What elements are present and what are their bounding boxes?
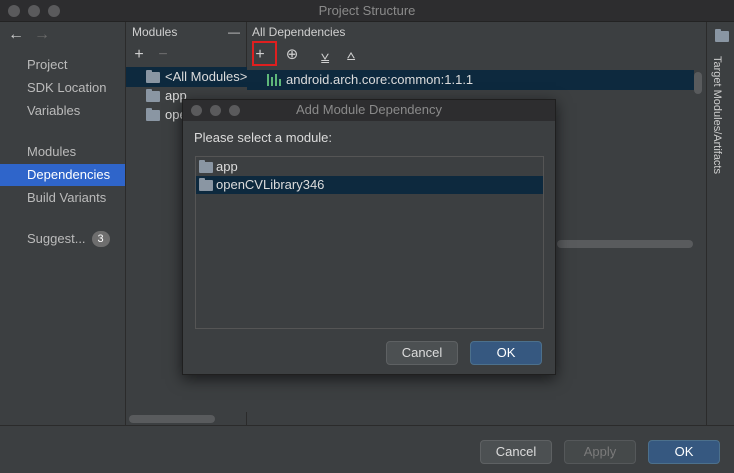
library-module-icon (146, 108, 160, 121)
modules-panel-header: Modules — (126, 22, 246, 43)
window-titlebar: Project Structure (0, 0, 734, 22)
nav-item-variables[interactable]: Variables (0, 100, 125, 122)
target-modules-artifacts-tab[interactable]: Target Modules/Artifacts (711, 56, 723, 174)
add-module-button[interactable]: + (129, 45, 149, 65)
library-module-icon (199, 178, 213, 191)
analyze-icon[interactable]: ⊕ (282, 45, 302, 65)
dialog-module-label: openCVLibrary346 (216, 177, 325, 192)
modules-horizontal-scrollbar[interactable] (129, 415, 215, 423)
suggestions-count-badge: 3 (91, 231, 110, 247)
ok-button[interactable]: OK (648, 440, 720, 464)
library-icon (267, 74, 281, 86)
add-module-dependency-dialog: Add Module Dependency Please select a mo… (182, 99, 556, 375)
dialog-module-row-app[interactable]: app (196, 158, 543, 176)
window-title: Project Structure (318, 3, 416, 18)
nav-item-suggestions-label: Suggest... (27, 231, 86, 246)
nav-arrows: ← → (8, 26, 50, 44)
add-button-highlight (252, 41, 277, 66)
forward-arrow-icon[interactable]: → (34, 26, 50, 43)
dialog-title: Add Module Dependency (296, 102, 442, 117)
footer-bar: Cancel Apply OK (0, 425, 734, 473)
nav-item-sdk-location[interactable]: SDK Location (0, 77, 125, 99)
dependency-row[interactable]: android.arch.core:common:1.1.1 (247, 70, 694, 90)
dialog-prompt: Please select a module: (194, 130, 333, 145)
dialog-module-label: app (216, 159, 238, 174)
dependency-label: android.arch.core:common:1.1.1 (286, 72, 474, 87)
module-row-all[interactable]: <All Modules> (126, 67, 247, 87)
dialog-module-row-opencv[interactable]: openCVLibrary346 (196, 176, 543, 194)
dependencies-horizontal-scrollbar[interactable] (557, 240, 693, 248)
app-module-icon (146, 89, 160, 102)
nav-item-build-variants[interactable]: Build Variants (0, 187, 125, 209)
back-arrow-icon[interactable]: ← (8, 26, 24, 43)
nav-item-project[interactable]: Project (0, 54, 125, 76)
modules-toolbar: + − (126, 43, 246, 67)
collapse-panel-button[interactable]: — (228, 22, 240, 43)
app-module-icon (199, 160, 213, 173)
module-select-list: app openCVLibrary346 (195, 156, 544, 329)
dialog-cancel-button[interactable]: Cancel (386, 341, 458, 365)
dependencies-panel-header: All Dependencies (252, 25, 346, 39)
nav-item-suggestions[interactable]: Suggest... 3 (0, 228, 125, 250)
dependencies-vertical-scrollbar[interactable] (694, 72, 702, 94)
dialog-ok-button[interactable]: OK (470, 341, 542, 365)
nav-item-modules[interactable]: Modules (0, 141, 125, 163)
module-row-label: <All Modules> (165, 69, 247, 84)
cancel-button[interactable]: Cancel (480, 440, 552, 464)
left-nav: ← → Project SDK Location Variables Module… (0, 22, 125, 425)
remove-module-button[interactable]: − (153, 45, 173, 65)
modules-panel-title: Modules (132, 25, 178, 39)
apply-button[interactable]: Apply (564, 440, 636, 464)
expand-all-icon[interactable]: ⩣ (315, 45, 335, 65)
target-modules-icon[interactable] (715, 29, 729, 42)
nav-item-dependencies[interactable]: Dependencies (0, 164, 125, 186)
right-tool-strip: Target Modules/Artifacts (706, 22, 734, 425)
folder-icon (146, 70, 160, 83)
dependencies-toolbar: + ⊕ ⩣ ⩟ (247, 43, 706, 67)
collapse-all-icon[interactable]: ⩟ (341, 45, 361, 65)
dialog-titlebar: Add Module Dependency (183, 100, 555, 121)
